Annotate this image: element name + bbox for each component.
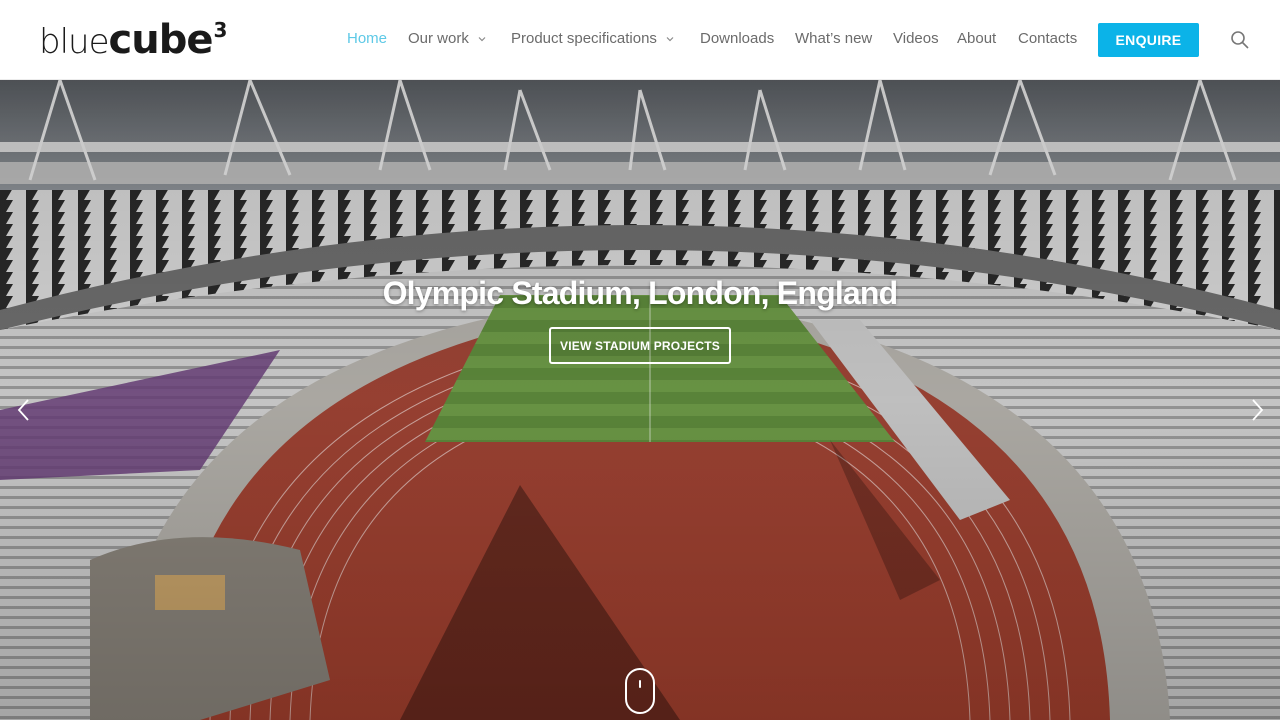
- stadium-photo: [0, 80, 1280, 720]
- hero-slider: Olympic Stadium, London, England VIEW ST…: [0, 80, 1280, 720]
- nav-label: Contacts: [1018, 30, 1078, 47]
- nav-label: Videos: [893, 30, 939, 47]
- nav-item-whats-new[interactable]: What’s new: [795, 30, 872, 50]
- nav-item-product-specifications[interactable]: Product specifications: [511, 30, 674, 50]
- nav-label: Home: [347, 30, 388, 47]
- chevron-right-icon: [1252, 399, 1264, 421]
- logo-light-text: blue: [39, 22, 109, 62]
- nav-label: Our work: [408, 30, 469, 47]
- nav-label: Product specifications: [511, 30, 657, 47]
- slider-prev-button[interactable]: [16, 398, 30, 422]
- chevron-down-icon: [478, 37, 486, 42]
- hero-title: Olympic Stadium, London, England: [382, 275, 899, 311]
- nav-item-home[interactable]: Home: [347, 30, 387, 50]
- search-icon: [1231, 31, 1249, 49]
- chevron-down-icon: [666, 37, 674, 42]
- nav-label: Downloads: [700, 30, 775, 47]
- bluecube-logo[interactable]: bluecube3: [39, 17, 227, 63]
- enquire-button[interactable]: ENQUIRE: [1098, 23, 1199, 57]
- site-header: bluecube3 Home Our work Product specific…: [0, 0, 1280, 80]
- mouse-wheel: [639, 680, 641, 688]
- chevron-left-icon: [17, 399, 29, 421]
- mouse-scroll-icon[interactable]: [625, 668, 655, 714]
- nav-item-about[interactable]: About: [957, 30, 996, 50]
- logo-superscript: 3: [213, 17, 227, 42]
- cta-label: VIEW STADIUM PROJECTS: [560, 338, 720, 353]
- nav-item-contacts[interactable]: Contacts: [1018, 30, 1077, 50]
- enquire-label: ENQUIRE: [1115, 32, 1182, 48]
- logo-bold-text: cube: [108, 17, 214, 63]
- nav-item-videos[interactable]: Videos: [893, 30, 939, 50]
- view-stadium-projects-button[interactable]: VIEW STADIUM PROJECTS: [549, 327, 731, 364]
- nav-label: About: [957, 30, 997, 47]
- nav-item-our-work[interactable]: Our work: [408, 30, 486, 50]
- search-button[interactable]: [1230, 30, 1250, 50]
- slider-next-button[interactable]: [1251, 398, 1265, 422]
- nav-item-downloads[interactable]: Downloads: [700, 30, 774, 50]
- nav-label: What’s new: [795, 30, 873, 47]
